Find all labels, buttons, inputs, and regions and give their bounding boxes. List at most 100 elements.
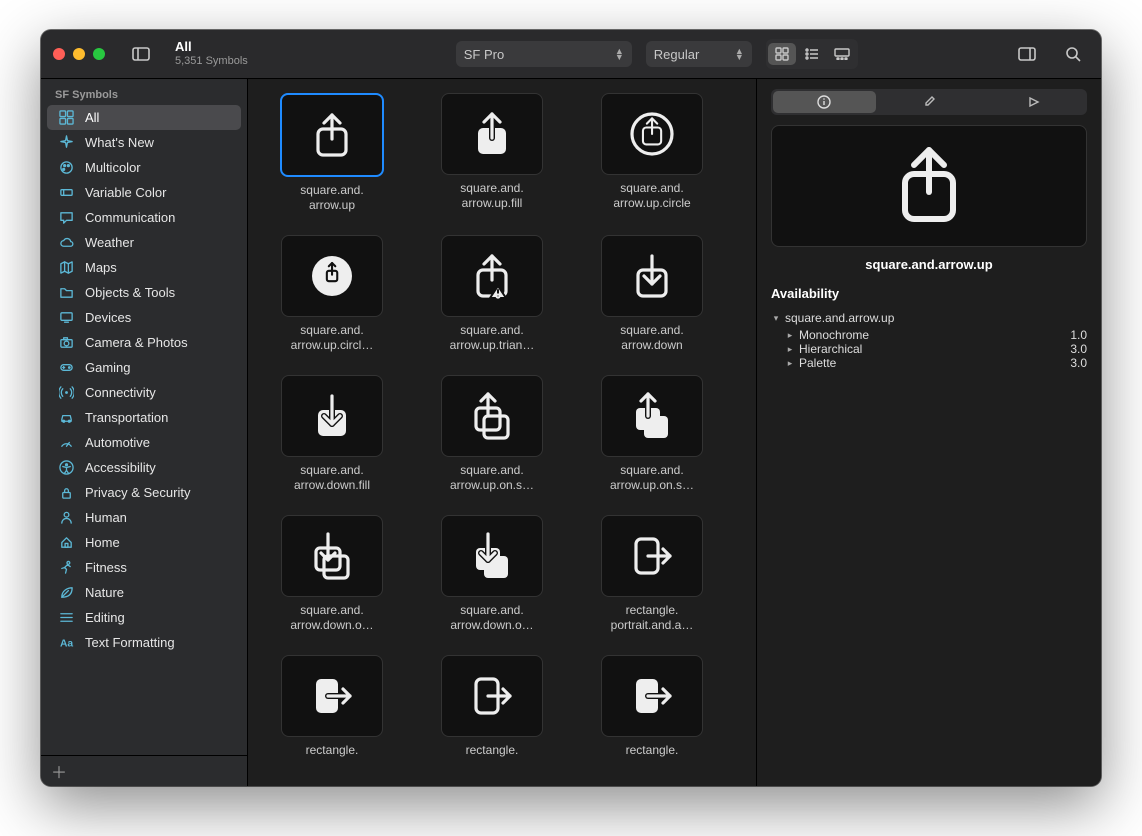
symbol-tile[interactable]: rectangle. (422, 655, 562, 775)
symbol-tile[interactable]: rectangle. (262, 655, 402, 775)
sidebar-item-objects-tools[interactable]: Objects & Tools (47, 280, 241, 305)
symbol-tile-label: square.and. arrow.down.o… (450, 603, 533, 635)
symbol-tile[interactable]: square.and. arrow.down.o… (262, 515, 402, 635)
disclosure-triangle-icon: ▸ (785, 330, 795, 341)
accessibility-icon (57, 460, 75, 475)
car-icon (57, 410, 75, 425)
view-grid-button[interactable] (768, 43, 796, 65)
sparkle-icon (57, 135, 75, 150)
disclosure-triangle-icon: ▸ (785, 344, 795, 355)
symbol-tile-label: square.and. arrow.down.o… (290, 603, 373, 635)
zoom-window-button[interactable] (93, 48, 105, 60)
sidebar-item-label: Gaming (85, 360, 131, 375)
symbol-tile[interactable]: square.and. arrow.up.on.s… (582, 375, 722, 495)
svg-text:Aa: Aa (59, 638, 72, 649)
availability-variant-row[interactable]: ▸ Hierarchical 3.0 (771, 342, 1087, 356)
availability-variant-row[interactable]: ▸ Palette 3.0 (771, 356, 1087, 370)
sidebar-item-human[interactable]: Human (47, 505, 241, 530)
symbol-tile[interactable]: square.and. arrow.down (582, 235, 722, 355)
sidebar-item-home[interactable]: Home (47, 530, 241, 555)
sidebar-item-devices[interactable]: Devices (47, 305, 241, 330)
text-icon: Aa (57, 635, 75, 650)
bubble-icon (57, 210, 75, 225)
sidebar-item-label: Human (85, 510, 127, 525)
symbol-tile-preview (280, 93, 384, 177)
sidebar-item-communication[interactable]: Communication (47, 205, 241, 230)
toggle-sidebar-button[interactable] (125, 41, 157, 67)
add-collection-button[interactable]: ＋ (51, 759, 67, 783)
symbol-tile-preview (601, 235, 703, 317)
symbol-tile[interactable]: square.and. arrow.down.fill (262, 375, 402, 495)
symbol-tile-label: square.and. arrow.up.on.s… (450, 463, 534, 495)
symbol-tile[interactable]: square.and. arrow.up.trian… (422, 235, 562, 355)
sidebar-item-label: Privacy & Security (85, 485, 190, 500)
toggle-inspector-button[interactable] (1011, 41, 1043, 67)
sidebar-item-what-s-new[interactable]: What's New (47, 130, 241, 155)
sidebar-item-label: What's New (85, 135, 154, 150)
symbol-tile[interactable]: rectangle. (582, 655, 722, 775)
variant-version: 1.0 (1070, 328, 1087, 342)
symbol-tile-label: square.and. arrow.up.circle (613, 181, 690, 213)
palette-icon (57, 160, 75, 175)
availability-root-row[interactable]: ▾ square.and.arrow.up (771, 311, 1087, 325)
variant-name: Palette (799, 356, 836, 370)
minimize-window-button[interactable] (73, 48, 85, 60)
sidebar-item-accessibility[interactable]: Accessibility (47, 455, 241, 480)
sidebar-item-multicolor[interactable]: Multicolor (47, 155, 241, 180)
font-weight-select[interactable]: Regular ▲▼ (646, 41, 752, 67)
sidebar-item-camera-photos[interactable]: Camera & Photos (47, 330, 241, 355)
sidebar-item-variable-color[interactable]: Variable Color (47, 180, 241, 205)
availability-heading: Availability (771, 286, 1087, 301)
symbol-grid-area: square.and. arrow.up square.and. arrow.u… (248, 79, 756, 786)
search-button[interactable] (1057, 41, 1089, 67)
sidebar-item-all[interactable]: All (47, 105, 241, 130)
font-family-select[interactable]: SF Pro ▲▼ (456, 41, 632, 67)
sidebar-item-privacy-security[interactable]: Privacy & Security (47, 480, 241, 505)
sidebar-item-text-formatting[interactable]: Aa Text Formatting (47, 630, 241, 655)
symbol-tile-label: square.and. arrow.down (620, 323, 683, 355)
sidebar-item-editing[interactable]: Editing (47, 605, 241, 630)
sidebar-item-fitness[interactable]: Fitness (47, 555, 241, 580)
sidebar-item-gaming[interactable]: Gaming (47, 355, 241, 380)
symbol-tile-preview (281, 235, 383, 317)
symbol-tile[interactable]: square.and. arrow.up.circle (582, 93, 722, 215)
close-window-button[interactable] (53, 48, 65, 60)
symbol-tile[interactable]: square.and. arrow.up (262, 93, 402, 215)
view-gallery-button[interactable] (828, 43, 856, 65)
symbol-tile-label: rectangle. (466, 743, 519, 775)
sidebar-item-maps[interactable]: Maps (47, 255, 241, 280)
symbol-tile[interactable]: square.and. arrow.down.o… (422, 515, 562, 635)
sidebar-footer: ＋ (41, 755, 247, 786)
availability-tree: ▾ square.and.arrow.up ▸ Monochrome 1.0▸ … (771, 311, 1087, 370)
view-list-button[interactable] (798, 43, 826, 65)
preview-symbol-name: square.and.arrow.up (771, 257, 1087, 272)
app-window: All 5,351 Symbols SF Pro ▲▼ Regular ▲▼ (41, 30, 1101, 786)
sidebar-item-transportation[interactable]: Transportation (47, 405, 241, 430)
symbol-tile-preview (601, 375, 703, 457)
symbol-tile[interactable]: square.and. arrow.up.fill (422, 93, 562, 215)
availability-variant-row[interactable]: ▸ Monochrome 1.0 (771, 328, 1087, 342)
symbol-tile[interactable]: rectangle. portrait.and.a… (582, 515, 722, 635)
symbol-tile[interactable]: square.and. arrow.up.circl… (262, 235, 402, 355)
symbol-tile-label: rectangle. (626, 743, 679, 775)
updown-chevron-icon: ▲▼ (615, 48, 624, 60)
sidebar-header: SF Symbols (41, 79, 247, 105)
gauge-icon (57, 435, 75, 450)
symbol-preview (771, 125, 1087, 247)
inspector-tab-color[interactable] (878, 91, 981, 113)
sidebar-item-connectivity[interactable]: Connectivity (47, 380, 241, 405)
cloud-icon (57, 235, 75, 250)
symbol-tile-preview (441, 93, 543, 175)
sidebar-item-nature[interactable]: Nature (47, 580, 241, 605)
sidebar-item-automotive[interactable]: Automotive (47, 430, 241, 455)
sidebar-item-label: Home (85, 535, 120, 550)
sidebar-item-label: Variable Color (85, 185, 166, 200)
sidebar-item-label: Communication (85, 210, 175, 225)
slider-icon (57, 185, 75, 200)
inspector-tab-animate[interactable] (982, 91, 1085, 113)
sidebar-item-weather[interactable]: Weather (47, 230, 241, 255)
inspector-tab-info[interactable] (773, 91, 876, 113)
symbol-tile-preview (601, 515, 703, 597)
symbol-tile-label: square.and. arrow.up.circl… (291, 323, 374, 355)
symbol-tile[interactable]: square.and. arrow.up.on.s… (422, 375, 562, 495)
